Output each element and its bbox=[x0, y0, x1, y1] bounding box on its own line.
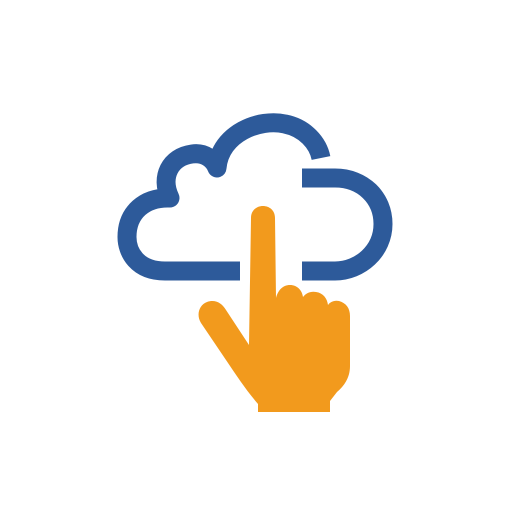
cloud-touch-icon bbox=[117, 113, 393, 412]
pointing-hand-icon bbox=[198, 206, 350, 412]
icon-canvas bbox=[0, 0, 512, 512]
